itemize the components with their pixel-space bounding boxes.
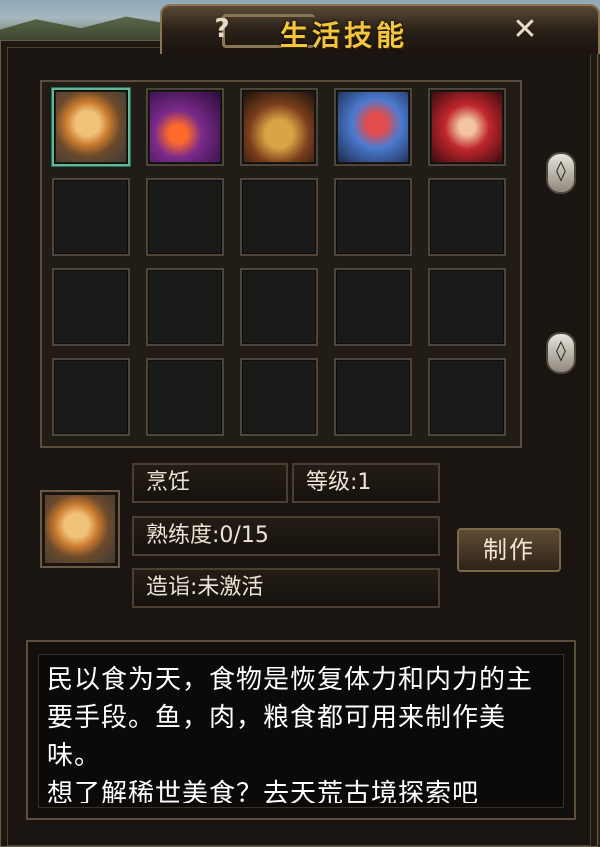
close-button[interactable]: ✕ — [505, 14, 545, 46]
needle-icon — [432, 92, 502, 162]
roast-chicken-icon — [56, 92, 126, 162]
skill-slot-casting[interactable] — [240, 88, 318, 166]
scroll-down-glyph: ◊ — [556, 338, 566, 362]
help-button[interactable]: ? — [205, 14, 239, 44]
skill-slot-forging[interactable] — [146, 88, 224, 166]
mastery-field: 造诣:未激活 — [132, 568, 440, 608]
skill-name-field: 烹饪 — [132, 463, 288, 503]
mountain-ridge — [0, 16, 180, 40]
description-panel: 民以食为天，食物是恢复体力和内力的主要手段。鱼，肉，粮食都可用来制作美味。 想了… — [26, 640, 576, 820]
empty-slot[interactable] — [146, 178, 224, 256]
empty-slot[interactable] — [428, 268, 506, 346]
description-text: 民以食为天，食物是恢复体力和内力的主要手段。鱼，肉，粮食都可用来制作美味。 想了… — [47, 665, 534, 803]
empty-slot[interactable] — [240, 358, 318, 436]
window-title: 生活技能 — [280, 19, 409, 52]
empty-slot[interactable] — [52, 358, 130, 436]
skill-slot-crafting[interactable] — [428, 88, 506, 166]
empty-slot[interactable] — [334, 268, 412, 346]
forge-icon — [150, 92, 220, 162]
anvil-icon — [244, 92, 314, 162]
selected-skill-icon — [40, 490, 120, 568]
empty-slot[interactable] — [240, 268, 318, 346]
make-button[interactable]: 制作 — [457, 528, 561, 572]
empty-slot[interactable] — [146, 268, 224, 346]
empty-slot[interactable] — [240, 178, 318, 256]
empty-slot[interactable] — [428, 358, 506, 436]
empty-slot[interactable] — [334, 178, 412, 256]
skill-slot-tailoring[interactable] — [334, 88, 412, 166]
roast-chicken-icon — [45, 495, 115, 563]
empty-slot[interactable] — [52, 268, 130, 346]
scroll-down-button[interactable]: ◊ — [538, 324, 584, 382]
empty-slot[interactable] — [428, 178, 506, 256]
empty-slot[interactable] — [52, 178, 130, 256]
fabric-icon — [338, 92, 408, 162]
proficiency-field: 熟练度:0/15 — [132, 516, 440, 556]
skill-slot-cooking[interactable] — [52, 88, 130, 166]
description-inner: 民以食为天，食物是恢复体力和内力的主要手段。鱼，肉，粮食都可用来制作美味。 想了… — [38, 654, 564, 808]
empty-slot[interactable] — [334, 358, 412, 436]
level-field: 等级:1 — [292, 463, 440, 503]
scroll-up-glyph: ◊ — [556, 158, 566, 182]
empty-slot[interactable] — [146, 358, 224, 436]
scroll-up-button[interactable]: ◊ — [538, 144, 584, 202]
